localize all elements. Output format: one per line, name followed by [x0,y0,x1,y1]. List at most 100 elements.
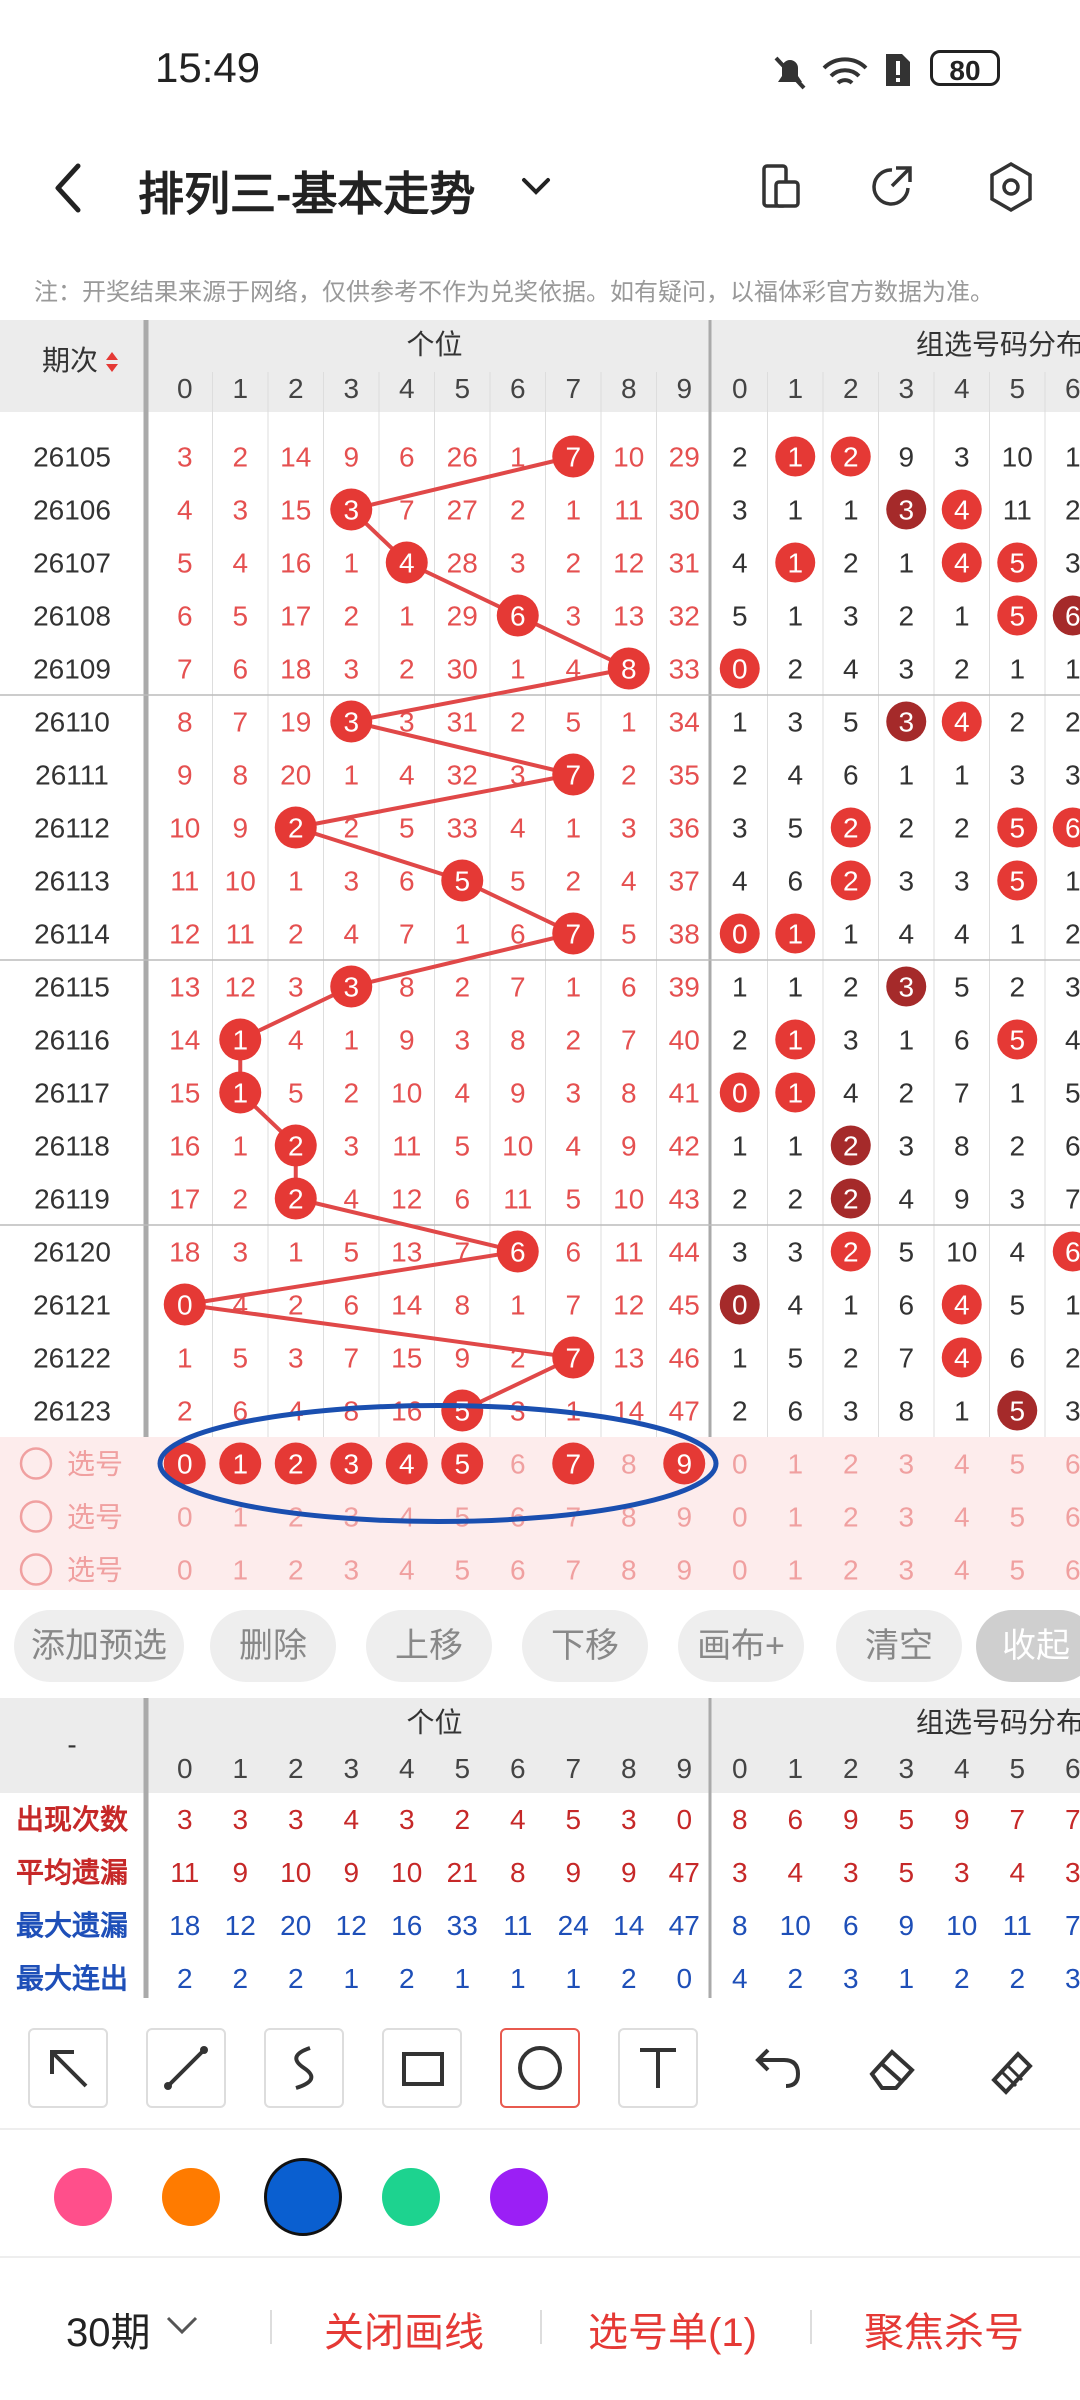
group-select-number[interactable]: 5 [1009,1555,1025,1586]
group-select-number[interactable]: 4 [954,1449,970,1480]
omission-cell: 3 [454,1025,470,1056]
select-label[interactable]: 选号 [67,1502,123,1533]
chevron-down-icon[interactable] [518,172,554,202]
action-button[interactable]: 添加预选 [14,1610,184,1682]
group-select-number[interactable]: 6 [1065,1449,1080,1480]
ellipse-tool[interactable] [500,2028,580,2108]
settings-icon[interactable] [986,160,1036,214]
period-cell: 26119 [34,1184,110,1215]
stats-group-value: 4 [787,1857,803,1888]
stats-digit-header: 0 [177,1753,193,1784]
select-number[interactable]: 4 [399,1502,415,1533]
select-number[interactable]: 0 [177,1502,193,1533]
omission-cell: 6 [399,442,415,473]
select-number[interactable]: 6 [510,1555,526,1586]
group-select-number[interactable]: 2 [843,1449,859,1480]
action-button[interactable]: 画布+ [678,1610,804,1682]
group-select-number[interactable]: 1 [787,1449,803,1480]
rectangle-tool[interactable] [382,2028,462,2108]
group-hit-number: 6 [1065,1237,1080,1268]
share-icon[interactable] [868,162,918,212]
select-number[interactable]: 4 [399,1555,415,1586]
clear-brush-icon[interactable] [982,2040,1042,2096]
color-swatch[interactable] [264,2158,342,2236]
group-select-number[interactable]: 0 [732,1449,748,1480]
select-number[interactable]: 3 [343,1555,359,1586]
color-swatch[interactable] [490,2168,548,2226]
text-tool[interactable] [618,2028,698,2108]
select-list-button[interactable]: 选号单(1) [588,2300,757,2358]
arrow-tool[interactable] [28,2028,108,2108]
undo-icon[interactable] [744,2040,804,2096]
device-toggle-icon[interactable] [758,162,804,212]
digit-header: 0 [177,373,193,404]
omission-cell: 7 [510,972,526,1003]
select-label[interactable]: 选号 [67,1449,123,1480]
omission-cell: 3 [232,495,248,526]
group-select-number[interactable]: 4 [954,1555,970,1586]
select-number[interactable]: 2 [288,1555,304,1586]
group-select-number[interactable]: 1 [787,1555,803,1586]
omission-cell: 1 [565,972,581,1003]
line-tool[interactable] [146,2028,226,2108]
omission-cell: 16 [169,1131,200,1162]
group-select-number[interactable]: 0 [732,1555,748,1586]
group-cell: 2 [732,1396,748,1427]
group-select-number[interactable]: 4 [954,1502,970,1533]
group-select-number[interactable]: 0 [732,1502,748,1533]
group-select-number[interactable]: 5 [1009,1449,1025,1480]
period-select[interactable]: 30期 [66,2300,151,2358]
group-select-number[interactable]: 2 [843,1502,859,1533]
omission-cell: 2 [565,1025,581,1056]
group-select-number[interactable]: 5 [1009,1502,1025,1533]
omission-cell: 4 [343,919,359,950]
action-button[interactable]: 清空 [836,1610,962,1682]
select-number[interactable]: 9 [676,1555,692,1586]
select-number[interactable]: 2 [288,1502,304,1533]
color-swatch[interactable] [382,2168,440,2226]
select-label[interactable]: 选号 [67,1555,123,1586]
hit-number: 4 [399,548,415,579]
group-cell: 2 [843,972,859,1003]
stats-value: 21 [447,1857,478,1888]
group-cell: 5 [1065,1078,1080,1109]
group-cell: 1 [954,601,970,632]
divider [810,2310,812,2344]
group-cell: 9 [898,442,914,473]
group-select-number[interactable]: 6 [1065,1502,1080,1533]
omission-cell: 12 [169,919,200,950]
select-number[interactable]: 5 [454,1555,470,1586]
group-select-number[interactable]: 1 [787,1502,803,1533]
group-select-number[interactable]: 3 [898,1555,914,1586]
select-number[interactable]: 8 [621,1449,637,1480]
freehand-tool[interactable] [264,2028,344,2108]
action-button[interactable]: 下移 [522,1610,648,1682]
omission-cell: 26 [447,442,478,473]
close-line-button[interactable]: 关闭画线 [324,2300,484,2358]
eraser-icon[interactable] [862,2040,922,2096]
stats-group-value: 3 [1065,1857,1080,1888]
select-number[interactable]: 6 [510,1449,526,1480]
color-swatch[interactable] [54,2168,112,2226]
action-button[interactable]: 上移 [366,1610,492,1682]
focus-kill-button[interactable]: 聚焦杀号 [864,2300,1024,2358]
group-select-number[interactable]: 2 [843,1555,859,1586]
select-number[interactable]: 5 [454,1502,470,1533]
group-select-number[interactable]: 6 [1065,1555,1080,1586]
stats-group-value: 3 [843,1857,859,1888]
period-header[interactable]: 期次 [42,345,98,376]
group-select-number[interactable]: 3 [898,1502,914,1533]
select-number[interactable]: 8 [621,1555,637,1586]
group-select-number[interactable]: 3 [898,1449,914,1480]
select-number[interactable]: 7 [565,1555,581,1586]
select-number[interactable]: 0 [177,1555,193,1586]
action-button[interactable]: 删除 [210,1610,336,1682]
back-icon[interactable] [48,160,88,216]
action-button[interactable]: 收起 [976,1610,1080,1682]
page-title[interactable]: 排列三-基本走势 [138,158,475,224]
color-swatch[interactable] [162,2168,220,2226]
group-hit-number: 3 [898,972,914,1003]
chevron-down-icon[interactable] [164,2314,200,2338]
select-number[interactable]: 9 [676,1502,692,1533]
select-number[interactable]: 1 [232,1555,248,1586]
